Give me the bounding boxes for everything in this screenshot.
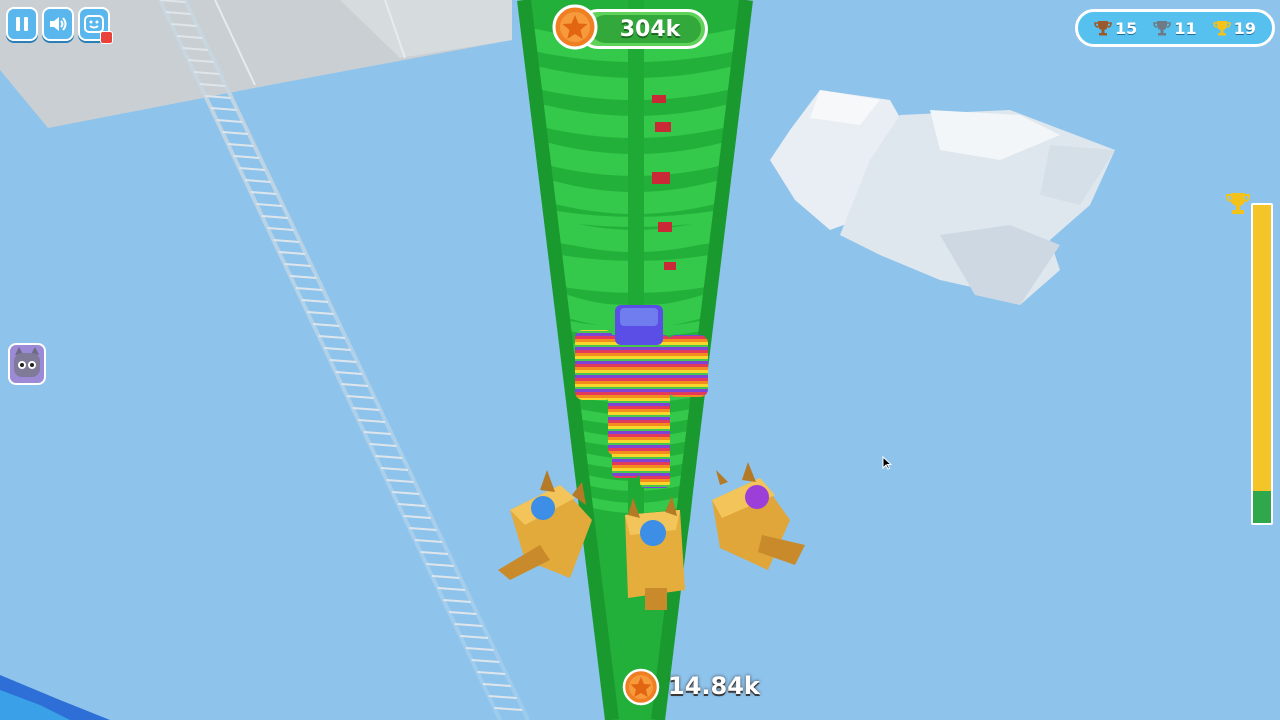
- pause-button[interactable]: [6, 7, 38, 41]
- coin-value: 304k: [619, 16, 681, 42]
- record-badge: [100, 31, 113, 44]
- bronze-trophy-count: 15: [1094, 19, 1137, 38]
- gold-trophy-count: 19: [1212, 19, 1256, 38]
- silver-trophy-icon: [1153, 21, 1172, 36]
- mouse-cursor-icon: [882, 456, 892, 470]
- video-button[interactable]: [78, 7, 113, 44]
- silver-trophy-count: 11: [1153, 19, 1197, 38]
- game-scene: [0, 0, 1280, 720]
- speaker-icon: [50, 17, 67, 31]
- star-coin-icon: [622, 668, 660, 706]
- star-coin-icon: [552, 4, 598, 50]
- progress-trophy-icon: [1225, 193, 1251, 214]
- height-progress-bar: [1251, 203, 1273, 525]
- bronze-trophy-icon: [1094, 21, 1112, 36]
- cat-face-icon: [14, 347, 40, 377]
- pause-icon: [16, 17, 28, 31]
- pet-button[interactable]: [8, 343, 46, 385]
- height-progress-fill: [1253, 491, 1271, 523]
- sound-button[interactable]: [42, 7, 74, 41]
- earned-coins-label: 14.84k: [668, 672, 760, 700]
- trophy-counter: 15 11 19: [1075, 9, 1275, 47]
- gold-trophy-icon: [1212, 21, 1231, 36]
